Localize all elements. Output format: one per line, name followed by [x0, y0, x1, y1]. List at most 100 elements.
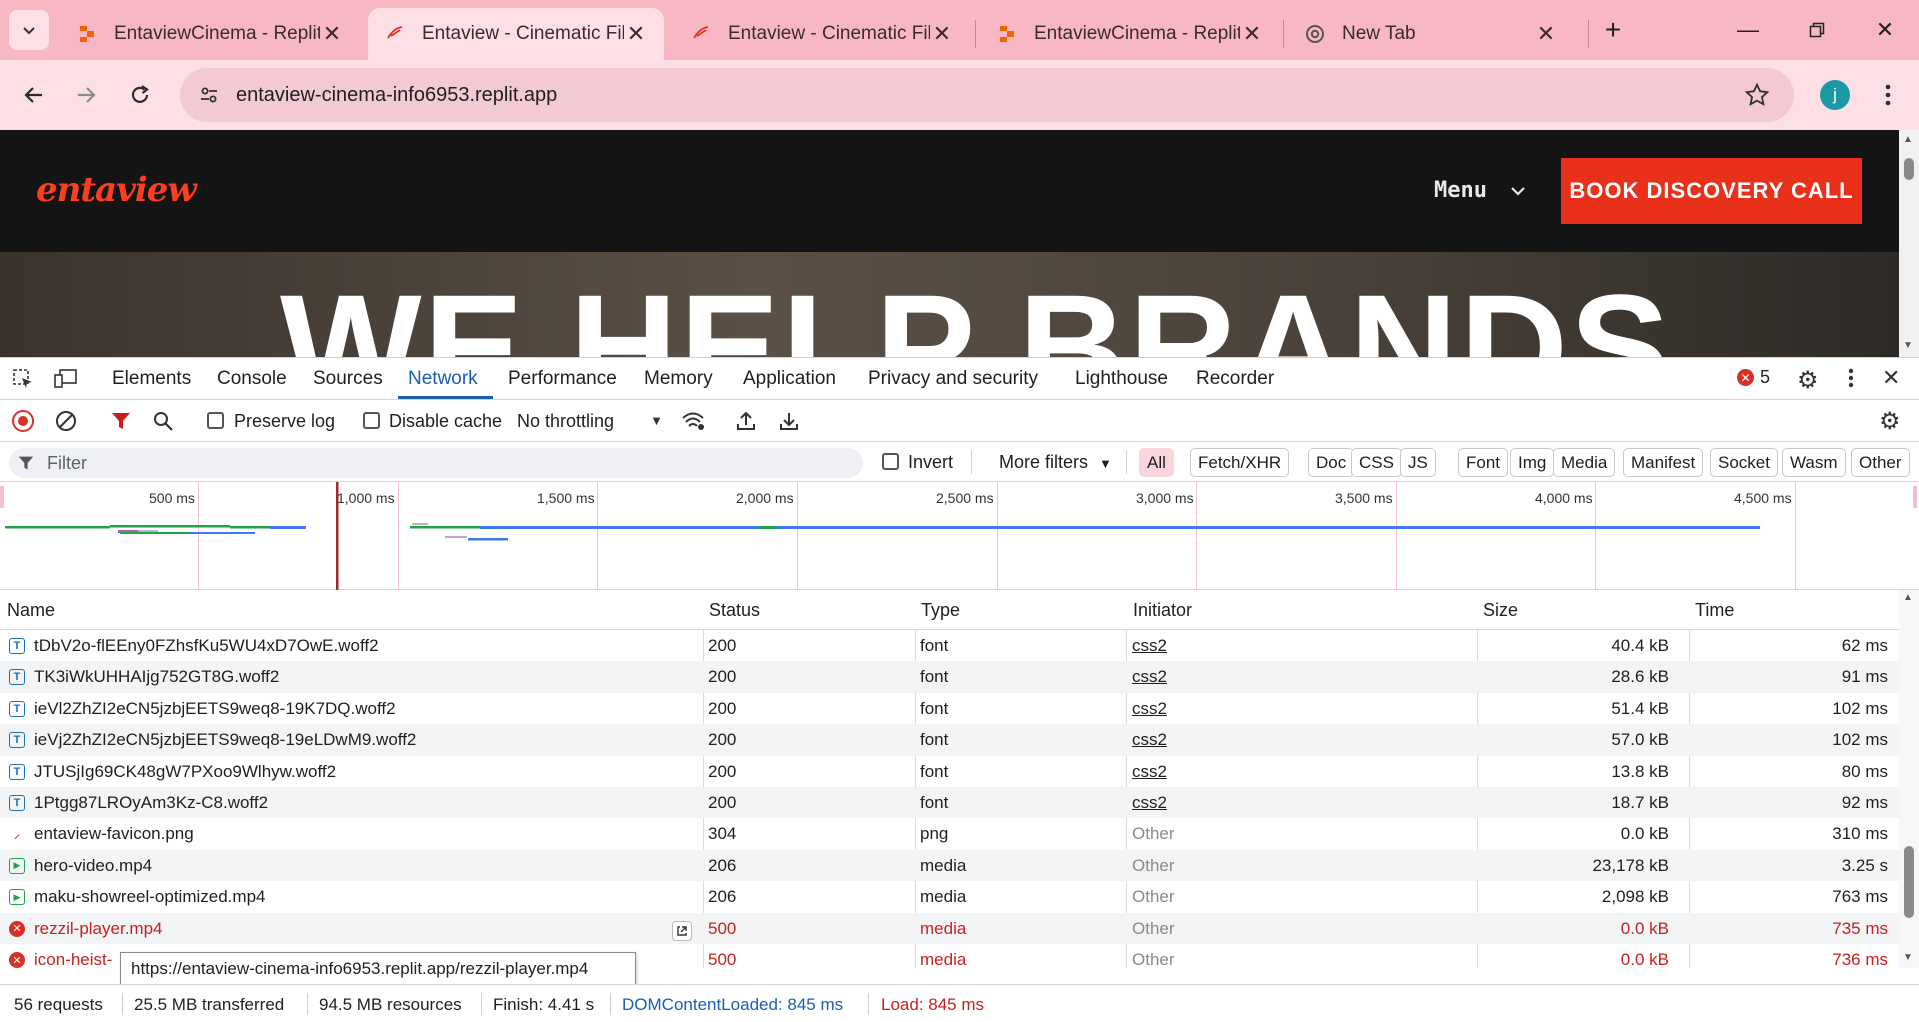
browser-tab-1[interactable]: EntaviewCinema - Replit ✕ — [60, 8, 360, 60]
close-icon[interactable]: ✕ — [320, 21, 344, 47]
error-count-badge[interactable]: ✕ 5 — [1737, 367, 1770, 388]
scroll-down-icon[interactable]: ▼ — [1903, 952, 1913, 963]
close-icon[interactable]: ✕ — [624, 21, 648, 47]
filter-type-media[interactable]: Media — [1553, 448, 1616, 477]
site-logo[interactable]: entaview — [36, 170, 197, 210]
tab-recorder[interactable]: Recorder — [1196, 368, 1274, 390]
browser-tab-2[interactable]: Entaview - Cinematic Film ✕ — [368, 8, 664, 60]
throttling-select[interactable]: No throttling ▼ — [517, 411, 663, 432]
column-header-time[interactable]: Time — [1695, 600, 1734, 621]
tab-memory[interactable]: Memory — [644, 368, 713, 390]
tab-sources[interactable]: Sources — [313, 368, 383, 390]
site-menu-toggle[interactable]: Menu — [1434, 178, 1526, 203]
table-row[interactable]: T JTUSjIg69CK48gW7PXoo9Wlhyw.woff2 200 font… — [0, 756, 1899, 787]
row-initiator[interactable]: css2 — [1132, 667, 1167, 687]
tab-elements[interactable]: Elements — [112, 368, 191, 390]
table-scrollbar[interactable]: ▲ ▼ — [1899, 590, 1919, 968]
browser-tab-3[interactable]: Entaview - Cinematic Film ✕ — [674, 8, 970, 60]
table-row[interactable]: TtDbV2o-flEEny0FZhsfKu5WU4xD7OwE.woff2 20… — [0, 630, 1899, 661]
table-scroll-thumb[interactable] — [1904, 846, 1914, 918]
column-header-size[interactable]: Size — [1483, 600, 1518, 621]
column-header-status[interactable]: Status — [709, 600, 760, 621]
filter-type-doc[interactable]: Doc — [1308, 448, 1355, 477]
new-tab-button[interactable]: + — [1588, 10, 1638, 50]
close-icon[interactable]: ✕ — [930, 21, 954, 47]
close-window-button[interactable]: ✕ — [1860, 10, 1910, 50]
network-overview-timeline[interactable]: 500 ms 1,000 ms 1,500 ms 2,000 ms 2,500 … — [0, 482, 1919, 590]
book-discovery-call-button[interactable]: BOOK DISCOVERY CALL — [1561, 158, 1862, 224]
row-initiator[interactable]: css2 — [1132, 762, 1167, 782]
filter-type-wasm[interactable]: Wasm — [1782, 448, 1846, 477]
export-har-icon[interactable] — [778, 410, 800, 437]
row-initiator[interactable]: css2 — [1132, 793, 1167, 813]
table-row[interactable]: T TK3iWkUHHAIjg752GT8G.woff2 200 font css2 28… — [0, 661, 1899, 693]
device-toolbar-icon[interactable] — [54, 368, 78, 396]
filter-type-font[interactable]: Font — [1458, 448, 1509, 477]
filter-type-all[interactable]: All — [1139, 448, 1174, 477]
row-initiator[interactable]: css2 — [1132, 730, 1167, 750]
settings-gear-icon[interactable]: ⚙ — [1797, 366, 1819, 395]
table-row[interactable]: ✕ rezzil-player.mp4 500 media Other 0.0 kB 735… — [0, 912, 1899, 944]
profile-avatar[interactable]: j — [1820, 80, 1850, 110]
minimize-button[interactable]: — — [1723, 10, 1773, 50]
tab-console[interactable]: Console — [217, 368, 287, 390]
browser-tab-4[interactable]: EntaviewCinema - Replit ✕ — [980, 8, 1280, 60]
network-conditions-icon[interactable] — [681, 410, 705, 437]
browser-menu-button[interactable] — [1868, 75, 1908, 115]
scroll-up-icon[interactable]: ▲ — [1903, 134, 1913, 145]
table-row[interactable]: T 1Ptgg87LROyAm3Kz-C8.woff2 200 font css2 18.… — [0, 787, 1899, 819]
browser-tab-5[interactable]: New Tab ✕ — [1288, 8, 1574, 60]
tab-application[interactable]: Application — [743, 368, 836, 390]
network-settings-gear-icon[interactable]: ⚙ — [1879, 407, 1901, 436]
filter-type-fetch-xhr[interactable]: Fetch/XHR — [1190, 448, 1290, 477]
filter-funnel-icon[interactable] — [111, 411, 131, 436]
filter-type-js[interactable]: JS — [1400, 448, 1436, 477]
scroll-down-icon[interactable]: ▼ — [1903, 340, 1913, 351]
table-row[interactable]: TieVj2ZhZI2eCN5jzbjEETS9weq8-19eLDwM9.wo… — [0, 724, 1899, 756]
filter-type-css[interactable]: CSS — [1351, 448, 1402, 477]
close-icon[interactable]: ✕ — [1534, 21, 1558, 47]
table-row[interactable]: ▶ hero-video.mp4 206 media Other 23,178 kB 3.2… — [0, 849, 1899, 882]
tab-search-button[interactable] — [9, 10, 49, 50]
bookmark-star-icon[interactable] — [1744, 82, 1770, 113]
filter-type-other[interactable]: Other — [1851, 448, 1910, 477]
close-devtools-icon[interactable]: ✕ — [1882, 365, 1900, 391]
column-header-name[interactable]: Name — [7, 600, 55, 621]
back-button[interactable] — [14, 75, 54, 115]
import-har-icon[interactable] — [735, 410, 757, 437]
close-icon[interactable]: ✕ — [1240, 21, 1264, 47]
devtools-menu-icon[interactable] — [1848, 368, 1854, 394]
search-icon[interactable] — [152, 410, 174, 437]
clear-icon[interactable] — [55, 410, 77, 437]
more-filters-dropdown[interactable]: More filters ▼ — [999, 452, 1112, 473]
preserve-log-checkbox[interactable] — [207, 412, 224, 429]
scroll-up-icon[interactable]: ▲ — [1903, 592, 1913, 603]
tab-performance[interactable]: Performance — [508, 368, 617, 390]
address-bar[interactable]: entaview-cinema-info6953.replit.app — [180, 68, 1794, 122]
table-row[interactable]: ⸝ entaview-favicon.png 304 png Other 0.0 kB 31… — [0, 818, 1899, 849]
row-initiator[interactable]: css2 — [1132, 636, 1167, 656]
disable-cache-checkbox[interactable] — [363, 412, 380, 429]
table-row[interactable]: TieVl2ZhZI2eCN5jzbjEETS9weq8-19K7DQ.woff… — [0, 693, 1899, 724]
tab-lighthouse[interactable]: Lighthouse — [1075, 368, 1168, 390]
inspect-element-icon[interactable] — [12, 368, 34, 396]
filter-type-socket[interactable]: Socket — [1710, 448, 1778, 477]
filter-input[interactable]: Filter — [9, 448, 863, 478]
site-info-icon[interactable] — [198, 84, 220, 111]
stop-recording-icon[interactable] — [12, 410, 34, 432]
reload-button[interactable] — [120, 75, 160, 115]
tab-privacy-security[interactable]: Privacy and security — [868, 368, 1038, 390]
invert-checkbox[interactable] — [882, 453, 899, 470]
row-initiator[interactable]: css2 — [1132, 699, 1167, 719]
page-scrollbar[interactable]: ▲ ▼ — [1899, 130, 1919, 357]
restore-button[interactable] — [1792, 10, 1842, 50]
filter-type-manifest[interactable]: Manifest — [1623, 448, 1704, 477]
filter-type-img[interactable]: Img — [1510, 448, 1555, 477]
page-scroll-thumb[interactable] — [1904, 158, 1914, 180]
column-header-initiator[interactable]: Initiator — [1133, 600, 1192, 621]
forward-button[interactable] — [66, 75, 106, 115]
column-header-type[interactable]: Type — [921, 600, 960, 621]
resource-link-icon[interactable] — [672, 921, 692, 941]
table-row[interactable]: ▶ maku-showreel-optimized.mp4 206 media Othe… — [0, 881, 1899, 912]
tab-network[interactable]: Network — [408, 368, 478, 390]
